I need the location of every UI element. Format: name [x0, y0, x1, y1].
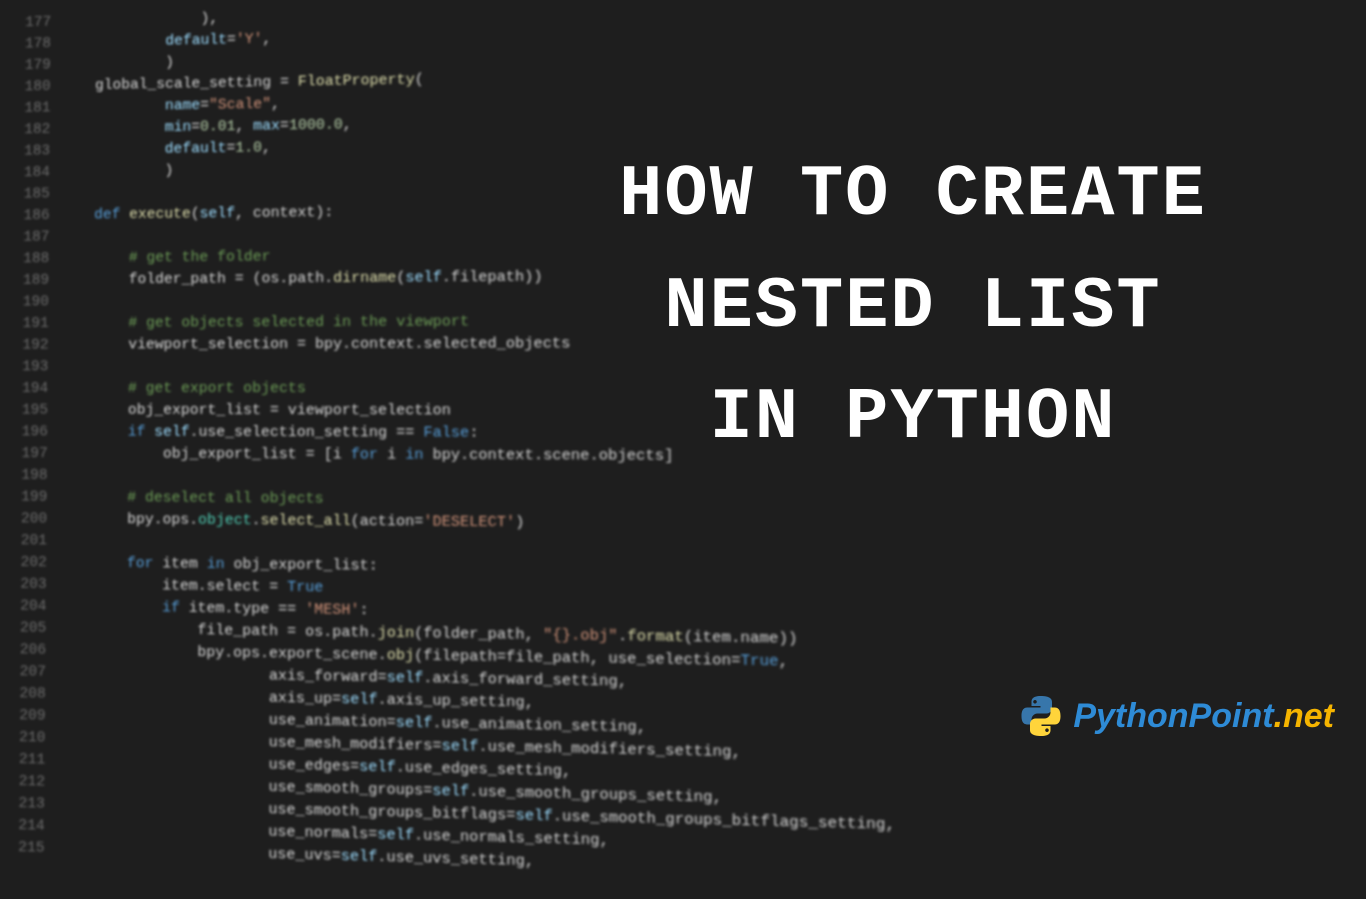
line-number: 194: [6, 378, 49, 400]
line-number: 177: [9, 12, 51, 34]
line-number: 214: [2, 815, 45, 838]
line-number: 210: [3, 727, 46, 750]
logo-suffix: .net: [1274, 697, 1334, 735]
line-number: 178: [9, 33, 51, 55]
title-line-3: IN PYTHON: [500, 363, 1326, 475]
title-line-2: NESTED LIST: [500, 252, 1326, 364]
line-number-gutter: 1771781791801811821831841851861871881891…: [2, 8, 60, 766]
line-number: 193: [6, 356, 49, 378]
logo-main: PythonPoint: [1073, 697, 1273, 735]
line-number: 201: [4, 530, 47, 552]
line-number: 200: [4, 508, 47, 530]
line-number: 205: [3, 617, 46, 639]
line-number: 189: [7, 270, 50, 292]
line-number: 199: [5, 487, 48, 509]
line-number: 208: [3, 683, 46, 706]
site-logo: PythonPoint.net: [1017, 692, 1334, 740]
line-number: 191: [6, 313, 49, 335]
line-number: 204: [4, 595, 47, 617]
banner-title: HOW TO CREATE NESTED LIST IN PYTHON: [500, 140, 1326, 475]
line-number: 215: [2, 837, 45, 860]
line-number: 182: [8, 119, 50, 141]
line-number: 187: [7, 227, 50, 249]
line-number: 195: [5, 400, 48, 422]
line-number: 184: [8, 162, 51, 184]
line-number: 213: [2, 793, 45, 816]
line-number: 185: [7, 184, 50, 206]
line-number: 209: [3, 705, 46, 728]
line-number: 183: [8, 141, 51, 163]
line-number: 188: [7, 248, 50, 270]
logo-text: PythonPoint.net: [1073, 697, 1334, 736]
line-number: 180: [8, 76, 50, 98]
line-number: 198: [5, 465, 48, 487]
line-number: 212: [2, 771, 45, 794]
line-number: 211: [2, 749, 45, 772]
line-number: 181: [8, 98, 50, 120]
line-number: 190: [6, 291, 49, 313]
title-line-1: HOW TO CREATE: [500, 140, 1326, 252]
line-number: 196: [5, 421, 48, 443]
line-number: 207: [3, 661, 46, 684]
line-number: 179: [8, 55, 50, 77]
line-number: 186: [7, 205, 50, 227]
python-icon: [1017, 692, 1065, 740]
line-number: 206: [3, 639, 46, 662]
line-number: 202: [4, 552, 47, 574]
line-number: 203: [4, 574, 47, 596]
line-number: 192: [6, 335, 49, 357]
line-number: 197: [5, 443, 48, 465]
